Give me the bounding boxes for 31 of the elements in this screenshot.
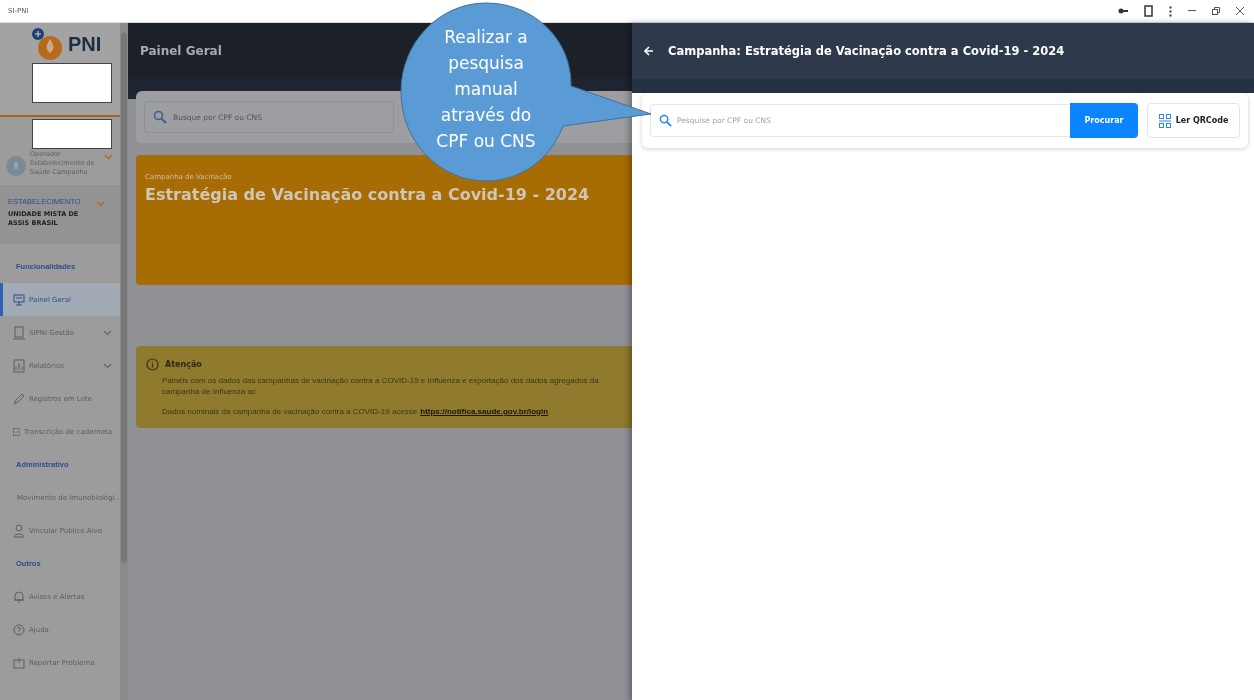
back-arrow-icon[interactable]: [644, 46, 654, 56]
callout-text: Realizar a pesquisa manual através do CPF ou CNS: [435, 26, 537, 153]
drop-logo-icon: [30, 27, 64, 61]
bell-icon: [13, 590, 25, 603]
avatar-icon: [6, 156, 26, 176]
notice-text: Painéis com os dados das campanhas de vacinação contra a COVID-19 e Influenza e exportação dos dados agregados da campanha de Influenza ac: [161, 375, 600, 397]
qrcode-button[interactable]: Ler QRCode: [1147, 103, 1240, 138]
campaign-title: Estratégia de Vacinação contra a Covid-19 - 2024: [145, 185, 591, 204]
qrcode-icon: [1158, 113, 1171, 128]
monitor-icon: [13, 293, 25, 306]
search-button[interactable]: Procurar: [1070, 103, 1138, 138]
extension-icon[interactable]: [1144, 5, 1153, 17]
logo-text: PNI: [68, 32, 102, 56]
pen-icon: [13, 392, 25, 405]
page-title: Painel Geral: [140, 44, 222, 58]
info-icon: [146, 358, 159, 371]
chart-icon: [13, 358, 25, 373]
key-icon[interactable]: [1118, 7, 1128, 15]
drawer-title: Campanha: Estratégia de Vacinação contra a Covid-19 - 2024: [668, 44, 1065, 58]
device-icon: [13, 325, 25, 340]
notice-title: Atenção: [165, 360, 202, 369]
help-icon: [13, 623, 25, 636]
notice-link[interactable]: https://notifica.saude.gov.br/login: [420, 407, 549, 416]
minimize-icon[interactable]: [1188, 10, 1196, 12]
scrollbar[interactable]: [120, 23, 128, 700]
close-icon[interactable]: [1236, 7, 1244, 15]
restore-icon[interactable]: [1212, 7, 1220, 15]
notice-text: Dados nominais da campanha de vacinação contra a COVID-19 acesse: [162, 407, 418, 416]
more-icon[interactable]: [1169, 5, 1172, 17]
person-icon: [13, 523, 25, 538]
alert-icon: [13, 656, 25, 669]
